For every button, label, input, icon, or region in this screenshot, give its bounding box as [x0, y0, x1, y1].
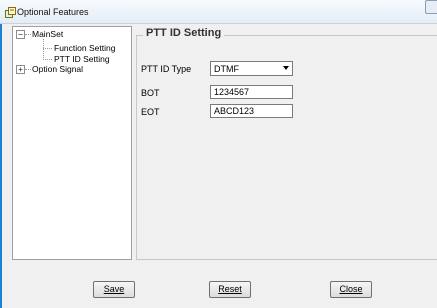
bot-field[interactable] — [210, 85, 293, 99]
chevron-down-icon[interactable] — [283, 66, 289, 70]
tree-connector — [43, 59, 52, 60]
eot-field[interactable] — [210, 104, 293, 118]
tree-item-ptt-id-setting[interactable]: PTT ID Setting — [54, 54, 110, 64]
reset-button[interactable]: Reset — [209, 281, 251, 298]
eot-input[interactable] — [211, 105, 292, 117]
tree-connector — [43, 48, 52, 49]
settings-tree: − MainSet Function Setting PTT ID Settin… — [12, 26, 132, 260]
group-title: PTT ID Setting — [143, 27, 225, 39]
close-button[interactable]: Close — [330, 281, 372, 298]
tree-connector — [25, 34, 31, 35]
window-border — [0, 24, 2, 308]
expand-icon[interactable]: + — [16, 65, 25, 74]
ptt-id-type-dropdown[interactable]: DTMF — [210, 61, 293, 76]
close-window-icon[interactable] — [425, 0, 437, 14]
tree-connector — [43, 39, 44, 60]
tree-item-option-signal[interactable]: Option Signal — [32, 64, 83, 74]
bot-input[interactable] — [211, 86, 292, 98]
eot-label: EOT — [141, 107, 160, 117]
ptt-id-type-label: PTT ID Type — [141, 64, 192, 74]
tree-item-mainset[interactable]: MainSet — [32, 29, 63, 39]
tree-item-function-setting[interactable]: Function Setting — [54, 43, 115, 53]
window-title: Optional Features — [17, 7, 89, 17]
app-window-icon — [5, 7, 16, 18]
ptt-id-type-value: DTMF — [214, 64, 239, 74]
tree-connector — [25, 69, 31, 70]
save-button[interactable]: Save — [93, 281, 135, 298]
bot-label: BOT — [141, 88, 160, 98]
collapse-icon[interactable]: − — [16, 30, 25, 39]
